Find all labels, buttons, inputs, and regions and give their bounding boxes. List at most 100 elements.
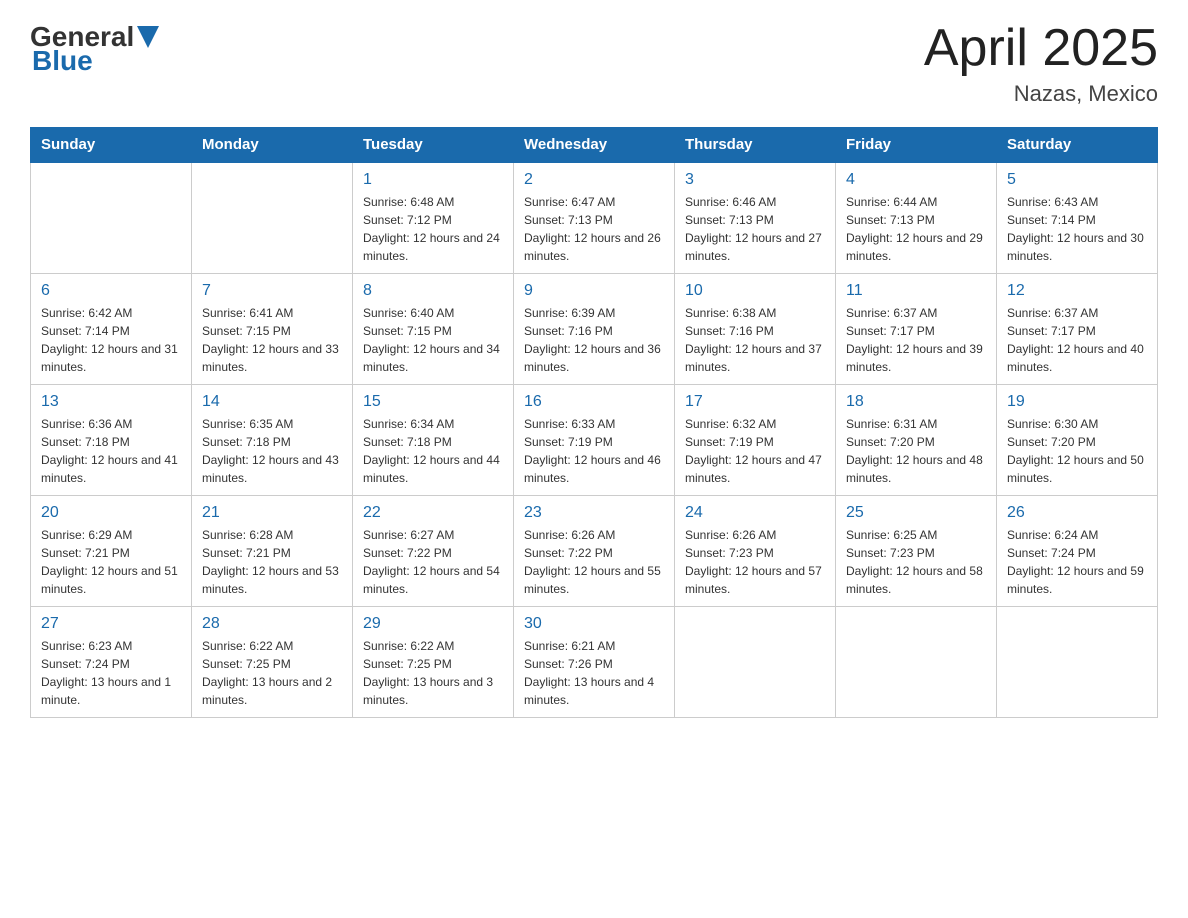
- day-number: 6: [41, 282, 181, 300]
- day-info: Sunrise: 6:37 AMSunset: 7:17 PMDaylight:…: [1007, 304, 1147, 376]
- header-cell-monday: Monday: [192, 128, 353, 163]
- day-cell: 14 Sunrise: 6:35 AMSunset: 7:18 PMDayligh…: [192, 385, 353, 496]
- day-number: 1: [363, 171, 503, 189]
- day-info: Sunrise: 6:40 AMSunset: 7:15 PMDaylight:…: [363, 304, 503, 376]
- day-number: 7: [202, 282, 342, 300]
- day-number: 20: [41, 504, 181, 522]
- day-cell: 9 Sunrise: 6:39 AMSunset: 7:16 PMDaylight…: [514, 274, 675, 385]
- day-number: 5: [1007, 171, 1147, 189]
- day-info: Sunrise: 6:42 AMSunset: 7:14 PMDaylight:…: [41, 304, 181, 376]
- day-info: Sunrise: 6:39 AMSunset: 7:16 PMDaylight:…: [524, 304, 664, 376]
- week-row-4: 20 Sunrise: 6:29 AMSunset: 7:21 PMDayligh…: [31, 496, 1158, 607]
- calendar-title: April 2025: [924, 20, 1158, 77]
- day-info: Sunrise: 6:47 AMSunset: 7:13 PMDaylight:…: [524, 193, 664, 265]
- day-info: Sunrise: 6:21 AMSunset: 7:26 PMDaylight:…: [524, 637, 664, 709]
- day-info: Sunrise: 6:22 AMSunset: 7:25 PMDaylight:…: [202, 637, 342, 709]
- day-info: Sunrise: 6:26 AMSunset: 7:22 PMDaylight:…: [524, 526, 664, 598]
- day-cell: 25 Sunrise: 6:25 AMSunset: 7:23 PMDayligh…: [836, 496, 997, 607]
- day-number: 24: [685, 504, 825, 522]
- day-cell: [675, 607, 836, 718]
- day-info: Sunrise: 6:38 AMSunset: 7:16 PMDaylight:…: [685, 304, 825, 376]
- day-info: Sunrise: 6:44 AMSunset: 7:13 PMDaylight:…: [846, 193, 986, 265]
- logo-arrow-icon: [137, 26, 159, 48]
- day-info: Sunrise: 6:25 AMSunset: 7:23 PMDaylight:…: [846, 526, 986, 598]
- day-info: Sunrise: 6:27 AMSunset: 7:22 PMDaylight:…: [363, 526, 503, 598]
- day-cell: 20 Sunrise: 6:29 AMSunset: 7:21 PMDayligh…: [31, 496, 192, 607]
- day-cell: 21Sunrise: 6:28 AMSunset: 7:21 PMDayligh…: [192, 496, 353, 607]
- page-header: General Blue April 2025 Nazas, Mexico: [30, 20, 1158, 107]
- day-number: 17: [685, 393, 825, 411]
- day-cell: 24 Sunrise: 6:26 AMSunset: 7:23 PMDayligh…: [675, 496, 836, 607]
- day-info: Sunrise: 6:48 AMSunset: 7:12 PMDaylight:…: [363, 193, 503, 265]
- day-info: Sunrise: 6:37 AMSunset: 7:17 PMDaylight:…: [846, 304, 986, 376]
- day-cell: [31, 162, 192, 274]
- day-number: 13: [41, 393, 181, 411]
- day-number: 22: [363, 504, 503, 522]
- day-number: 10: [685, 282, 825, 300]
- day-number: 14: [202, 393, 342, 411]
- day-number: 19: [1007, 393, 1147, 411]
- header-row: SundayMondayTuesdayWednesdayThursdayFrid…: [31, 128, 1158, 163]
- day-cell: 23 Sunrise: 6:26 AMSunset: 7:22 PMDayligh…: [514, 496, 675, 607]
- header-cell-wednesday: Wednesday: [514, 128, 675, 163]
- day-info: Sunrise: 6:30 AMSunset: 7:20 PMDaylight:…: [1007, 415, 1147, 487]
- day-info: Sunrise: 6:22 AMSunset: 7:25 PMDaylight:…: [363, 637, 503, 709]
- day-number: 16: [524, 393, 664, 411]
- day-info: Sunrise: 6:26 AMSunset: 7:23 PMDaylight:…: [685, 526, 825, 598]
- day-number: 4: [846, 171, 986, 189]
- day-cell: 6 Sunrise: 6:42 AMSunset: 7:14 PMDaylight…: [31, 274, 192, 385]
- day-number: 12: [1007, 282, 1147, 300]
- day-info: Sunrise: 6:41 AMSunset: 7:15 PMDaylight:…: [202, 304, 342, 376]
- day-cell: 7 Sunrise: 6:41 AMSunset: 7:15 PMDaylight…: [192, 274, 353, 385]
- day-cell: 5 Sunrise: 6:43 AMSunset: 7:14 PMDaylight…: [997, 162, 1158, 274]
- day-cell: 13Sunrise: 6:36 AMSunset: 7:18 PMDayligh…: [31, 385, 192, 496]
- day-cell: 28 Sunrise: 6:22 AMSunset: 7:25 PMDayligh…: [192, 607, 353, 718]
- header-cell-sunday: Sunday: [31, 128, 192, 163]
- day-number: 28: [202, 615, 342, 633]
- day-number: 18: [846, 393, 986, 411]
- day-cell: 16 Sunrise: 6:33 AMSunset: 7:19 PMDayligh…: [514, 385, 675, 496]
- day-info: Sunrise: 6:33 AMSunset: 7:19 PMDaylight:…: [524, 415, 664, 487]
- week-row-1: 1 Sunrise: 6:48 AMSunset: 7:12 PMDaylight…: [31, 162, 1158, 274]
- calendar-body: 1 Sunrise: 6:48 AMSunset: 7:12 PMDaylight…: [31, 162, 1158, 718]
- day-number: 11: [846, 282, 986, 300]
- calendar-subtitle: Nazas, Mexico: [924, 81, 1158, 107]
- day-cell: 15Sunrise: 6:34 AMSunset: 7:18 PMDayligh…: [353, 385, 514, 496]
- day-info: Sunrise: 6:24 AMSunset: 7:24 PMDaylight:…: [1007, 526, 1147, 598]
- day-info: Sunrise: 6:31 AMSunset: 7:20 PMDaylight:…: [846, 415, 986, 487]
- day-info: Sunrise: 6:29 AMSunset: 7:21 PMDaylight:…: [41, 526, 181, 598]
- day-info: Sunrise: 6:32 AMSunset: 7:19 PMDaylight:…: [685, 415, 825, 487]
- day-number: 25: [846, 504, 986, 522]
- calendar-header: SundayMondayTuesdayWednesdayThursdayFrid…: [31, 128, 1158, 163]
- day-cell: 26 Sunrise: 6:24 AMSunset: 7:24 PMDayligh…: [997, 496, 1158, 607]
- calendar-table: SundayMondayTuesdayWednesdayThursdayFrid…: [30, 127, 1158, 718]
- day-cell: [836, 607, 997, 718]
- day-cell: 30 Sunrise: 6:21 AMSunset: 7:26 PMDayligh…: [514, 607, 675, 718]
- day-cell: 17 Sunrise: 6:32 AMSunset: 7:19 PMDayligh…: [675, 385, 836, 496]
- day-number: 9: [524, 282, 664, 300]
- day-cell: [192, 162, 353, 274]
- day-cell: 18 Sunrise: 6:31 AMSunset: 7:20 PMDayligh…: [836, 385, 997, 496]
- header-cell-tuesday: Tuesday: [353, 128, 514, 163]
- day-cell: 12 Sunrise: 6:37 AMSunset: 7:17 PMDayligh…: [997, 274, 1158, 385]
- day-number: 27: [41, 615, 181, 633]
- day-number: 15: [363, 393, 503, 411]
- day-cell: 8 Sunrise: 6:40 AMSunset: 7:15 PMDaylight…: [353, 274, 514, 385]
- day-cell: 27 Sunrise: 6:23 AMSunset: 7:24 PMDayligh…: [31, 607, 192, 718]
- week-row-5: 27 Sunrise: 6:23 AMSunset: 7:24 PMDayligh…: [31, 607, 1158, 718]
- logo: General Blue: [30, 20, 159, 77]
- day-number: 29: [363, 615, 503, 633]
- day-cell: 10 Sunrise: 6:38 AMSunset: 7:16 PMDayligh…: [675, 274, 836, 385]
- day-number: 26: [1007, 504, 1147, 522]
- day-number: 23: [524, 504, 664, 522]
- logo-blue-text: Blue: [32, 45, 93, 77]
- day-cell: 19 Sunrise: 6:30 AMSunset: 7:20 PMDayligh…: [997, 385, 1158, 496]
- day-info: Sunrise: 6:35 AMSunset: 7:18 PMDaylight:…: [202, 415, 342, 487]
- day-cell: 29 Sunrise: 6:22 AMSunset: 7:25 PMDayligh…: [353, 607, 514, 718]
- day-info: Sunrise: 6:23 AMSunset: 7:24 PMDaylight:…: [41, 637, 181, 709]
- day-number: 8: [363, 282, 503, 300]
- day-cell: 1 Sunrise: 6:48 AMSunset: 7:12 PMDaylight…: [353, 162, 514, 274]
- day-number: 30: [524, 615, 664, 633]
- day-cell: 4 Sunrise: 6:44 AMSunset: 7:13 PMDaylight…: [836, 162, 997, 274]
- day-info: Sunrise: 6:43 AMSunset: 7:14 PMDaylight:…: [1007, 193, 1147, 265]
